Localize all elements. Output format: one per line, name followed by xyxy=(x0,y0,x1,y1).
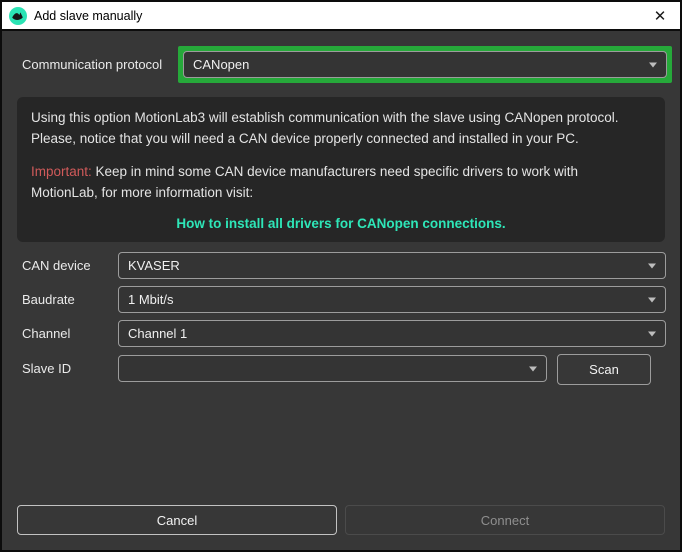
protocol-label: Communication protocol xyxy=(22,51,162,78)
cancel-button[interactable]: Cancel xyxy=(17,505,337,535)
dialog-body: Communication protocol CANopen Using thi… xyxy=(2,33,680,550)
protocol-dropdown-value: CANopen xyxy=(193,57,249,72)
channel-dropdown[interactable]: Channel 1 xyxy=(118,320,666,347)
protocol-highlight-frame: CANopen xyxy=(178,46,672,83)
connect-button[interactable]: Connect xyxy=(345,505,665,535)
add-slave-dialog: Add slave manually ✕ Communication proto… xyxy=(0,0,682,552)
baudrate-value: 1 Mbit/s xyxy=(128,292,174,307)
chevron-down-icon xyxy=(648,297,656,302)
can-device-label: CAN device xyxy=(22,252,91,279)
info-box: Using this option MotionLab3 will establ… xyxy=(17,97,665,242)
info-line-2: Please, notice that you will need a CAN … xyxy=(31,128,651,149)
titlebar: Add slave manually ✕ xyxy=(2,2,680,31)
app-icon xyxy=(9,7,27,25)
chevron-down-icon xyxy=(529,366,537,371)
scan-button[interactable]: Scan xyxy=(557,354,651,385)
close-icon[interactable]: ✕ xyxy=(644,2,676,29)
slave-id-label: Slave ID xyxy=(22,355,71,382)
window-title: Add slave manually xyxy=(34,9,142,23)
chevron-down-icon xyxy=(648,331,656,336)
chevron-down-icon xyxy=(649,62,657,67)
can-device-value: KVASER xyxy=(128,258,180,273)
baudrate-dropdown[interactable]: 1 Mbit/s xyxy=(118,286,666,313)
channel-value: Channel 1 xyxy=(128,326,187,341)
drivers-help-link[interactable]: How to install all drivers for CANopen c… xyxy=(31,213,651,234)
info-line-3: Important: Keep in mind some CAN device … xyxy=(31,161,651,182)
info-line-1: Using this option MotionLab3 will establ… xyxy=(31,107,651,128)
chevron-down-icon xyxy=(648,263,656,268)
slave-id-dropdown[interactable] xyxy=(118,355,547,382)
can-device-dropdown[interactable]: KVASER xyxy=(118,252,666,279)
protocol-dropdown[interactable]: CANopen xyxy=(183,51,667,78)
info-line-4: MotionLab, for more information visit: xyxy=(31,182,651,203)
important-label: Important: xyxy=(31,164,92,179)
baudrate-label: Baudrate xyxy=(22,286,75,313)
channel-label: Channel xyxy=(22,320,70,347)
